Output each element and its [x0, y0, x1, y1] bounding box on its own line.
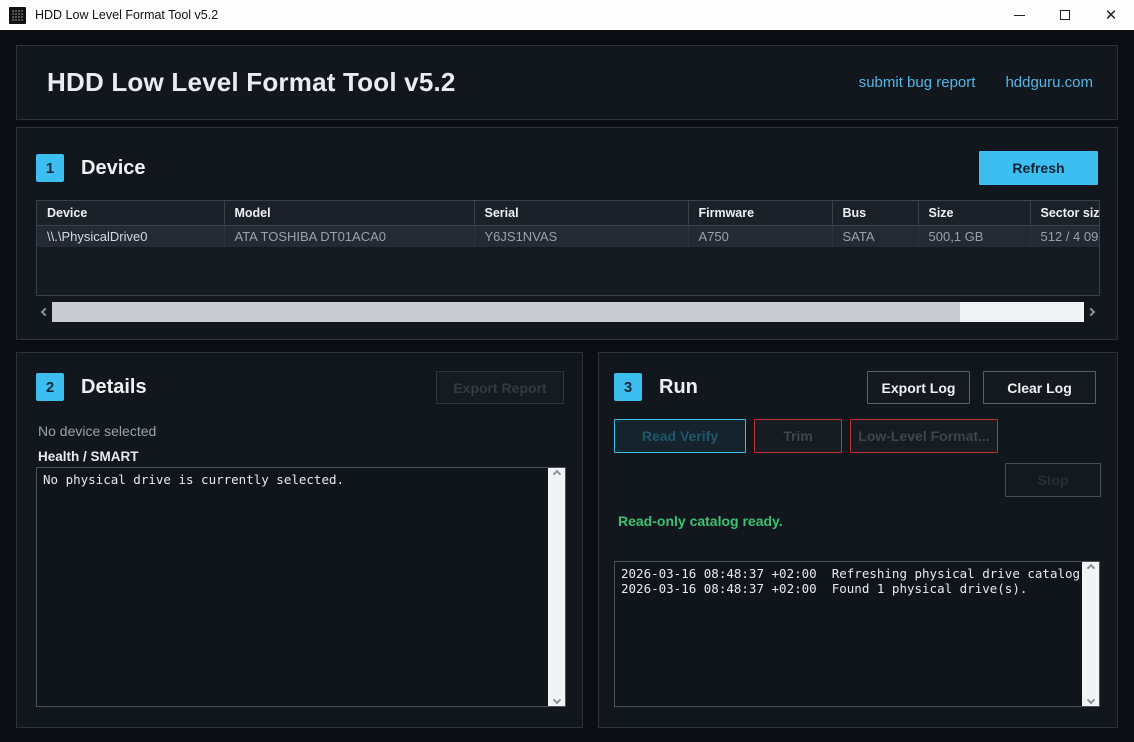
table-cell: A750 [688, 225, 832, 247]
app-window: HDD Low Level Format Tool v5.2 ✕ HDD Low… [0, 0, 1134, 742]
close-button[interactable]: ✕ [1088, 0, 1134, 30]
table-header-cell[interactable]: Serial [474, 201, 688, 225]
minimize-button[interactable] [996, 0, 1042, 30]
header-links: submit bug report hddguru.com [859, 74, 1093, 91]
device-table: DeviceModelSerialFirmwareBusSizeSector s… [37, 201, 1100, 247]
smart-textbox[interactable]: No physical drive is currently selected. [36, 467, 566, 707]
hddguru-link[interactable]: hddguru.com [1005, 74, 1093, 91]
table-header-cell[interactable]: Model [224, 201, 474, 225]
table-cell: ATA TOSHIBA DT01ACA0 [224, 225, 474, 247]
app-icon [9, 7, 26, 24]
table-header-cell[interactable]: Sector size [1030, 201, 1100, 225]
table-header-row: DeviceModelSerialFirmwareBusSizeSector s… [37, 201, 1100, 225]
scroll-right-icon[interactable] [1084, 302, 1100, 322]
export-report-button[interactable]: Export Report [436, 371, 564, 404]
smart-text: No physical drive is currently selected. [37, 468, 548, 706]
table-cell: \\.\PhysicalDrive0 [37, 225, 224, 247]
table-header-cell[interactable]: Bus [832, 201, 918, 225]
refresh-button[interactable]: Refresh [979, 151, 1098, 185]
device-selected-status: No device selected [38, 423, 156, 439]
titlebar: HDD Low Level Format Tool v5.2 ✕ [0, 0, 1134, 31]
details-section-title: Details [81, 376, 147, 399]
maximize-icon [1060, 10, 1070, 20]
step-1-badge: 1 [36, 154, 64, 182]
scroll-down-icon[interactable] [552, 696, 560, 704]
stop-button[interactable]: Stop [1005, 463, 1101, 497]
close-icon: ✕ [1105, 8, 1118, 23]
table-cell: 512 / 4 096 [1030, 225, 1100, 247]
device-section: 1 Device Refresh DeviceModelSerialFirmwa… [16, 127, 1118, 340]
submit-bug-report-link[interactable]: submit bug report [859, 74, 976, 91]
smart-vertical-scrollbar[interactable] [548, 468, 565, 706]
app-header: HDD Low Level Format Tool v5.2 submit bu… [16, 45, 1118, 120]
scroll-down-icon[interactable] [1086, 696, 1094, 704]
scroll-up-icon[interactable] [1086, 564, 1094, 572]
trim-button[interactable]: Trim [754, 419, 842, 453]
minimize-icon [1014, 15, 1025, 16]
scrollbar-thumb[interactable] [52, 302, 960, 322]
table-header-cell[interactable]: Size [918, 201, 1030, 225]
log-lines: 2026-03-16 08:48:37 +02:00 Refreshing ph… [615, 562, 1082, 706]
log-vertical-scrollbar[interactable] [1082, 562, 1099, 706]
log-line: 2026-03-16 08:48:37 +02:00 Found 1 physi… [621, 581, 1076, 596]
table-cell: 500,1 GB [918, 225, 1030, 247]
scroll-left-icon[interactable] [36, 302, 52, 322]
horizontal-scrollbar[interactable] [36, 302, 1100, 322]
run-section-title: Run [659, 376, 698, 399]
table-cell: SATA [832, 225, 918, 247]
scrollbar-track[interactable] [52, 302, 1084, 322]
low-level-format-button[interactable]: Low-Level Format... [850, 419, 998, 453]
device-table-wrap: DeviceModelSerialFirmwareBusSizeSector s… [36, 200, 1100, 296]
details-section: 2 Details Export Report No device select… [16, 352, 583, 728]
scroll-up-icon[interactable] [552, 470, 560, 478]
step-2-badge: 2 [36, 373, 64, 401]
read-verify-button[interactable]: Read Verify [614, 419, 746, 453]
table-header-cell[interactable]: Firmware [688, 201, 832, 225]
health-smart-label: Health / SMART [38, 449, 139, 464]
page-title: HDD Low Level Format Tool v5.2 [47, 67, 456, 98]
run-section: 3 Run Export Log Clear Log Read Verify T… [598, 352, 1118, 728]
catalog-status: Read-only catalog ready. [618, 513, 783, 529]
export-log-button[interactable]: Export Log [867, 371, 970, 404]
table-row[interactable]: \\.\PhysicalDrive0ATA TOSHIBA DT01ACA0Y6… [37, 225, 1100, 247]
window-title: HDD Low Level Format Tool v5.2 [35, 8, 218, 22]
step-3-badge: 3 [614, 373, 642, 401]
maximize-button[interactable] [1042, 0, 1088, 30]
device-section-title: Device [81, 157, 146, 180]
table-cell: Y6JS1NVAS [474, 225, 688, 247]
log-line: 2026-03-16 08:48:37 +02:00 Refreshing ph… [621, 566, 1076, 581]
log-textbox[interactable]: 2026-03-16 08:48:37 +02:00 Refreshing ph… [614, 561, 1100, 707]
clear-log-button[interactable]: Clear Log [983, 371, 1096, 404]
table-header-cell[interactable]: Device [37, 201, 224, 225]
